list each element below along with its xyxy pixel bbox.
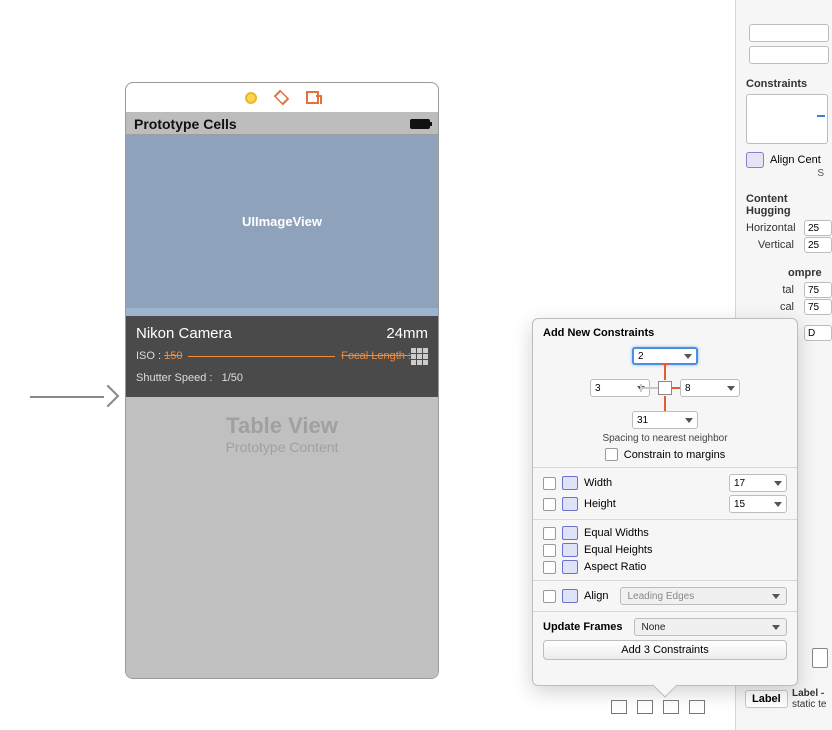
constrain-margins-label: Constrain to margins <box>624 449 726 461</box>
equal-widths-label: Equal Widths <box>584 527 649 539</box>
update-frames-label: Update Frames <box>543 621 622 633</box>
resolve-tool-icon[interactable] <box>689 700 705 714</box>
horizontal-value[interactable]: 25 <box>804 220 832 236</box>
align-dropdown[interactable]: Leading Edges <box>620 587 787 605</box>
compression-header: ompre <box>736 253 832 281</box>
popover-title: Add New Constraints <box>543 327 787 339</box>
height-field[interactable]: 15 <box>729 495 787 513</box>
horizontal-label: Horizontal <box>746 222 800 234</box>
height-checkbox[interactable] <box>543 498 556 511</box>
align-icon <box>562 589 578 603</box>
height-icon <box>562 497 578 511</box>
page-icon[interactable] <box>812 648 828 668</box>
align-checkbox[interactable] <box>543 590 556 603</box>
vertical-value[interactable]: 25 <box>804 237 832 253</box>
pin-center <box>658 381 672 395</box>
tal-value[interactable]: 75 <box>804 282 832 298</box>
equal-heights-label: Equal Heights <box>584 544 653 556</box>
battery-icon <box>410 119 430 129</box>
constraints-section-header: Constraints <box>736 64 832 92</box>
status-bar: Prototype Cells <box>126 113 438 135</box>
content-cell[interactable]: Nikon Camera 24mm ISO : 150 Focal Length… <box>126 316 438 397</box>
grid-icon[interactable] <box>411 348 428 365</box>
cal-value[interactable]: 75 <box>804 299 832 315</box>
tableview-label: Table View <box>226 413 338 439</box>
vertical-label: Vertical <box>746 239 800 251</box>
prototype-cells-header: Prototype Cells <box>134 116 237 132</box>
cell-right-value: 24mm <box>386 322 428 346</box>
equal-heights-icon <box>562 543 578 557</box>
uiimageview-label: UIImageView <box>242 214 322 229</box>
uiimageview-placeholder[interactable]: UIImageView <box>126 135 438 308</box>
align-badge-icon <box>746 152 764 168</box>
pin-cross: 2 3 8 31 <box>590 347 740 429</box>
focal-length-label: Focal Length : <box>341 348 411 366</box>
align-tool-icon[interactable] <box>637 700 653 714</box>
constraints-preview[interactable] <box>746 94 828 144</box>
box3d-icon[interactable] <box>274 90 290 106</box>
add-constraints-button[interactable]: Add 3 Constraints <box>543 640 787 660</box>
tableview-placeholder[interactable]: Table View Prototype Content <box>126 397 438 679</box>
hugging-header: Content Hugging <box>736 179 832 219</box>
s-indicator: S <box>736 168 832 179</box>
align-center-text[interactable]: Align Cent <box>770 154 821 166</box>
width-field[interactable]: 17 <box>729 474 787 492</box>
height-label: Height <box>584 498 616 510</box>
aspect-ratio-icon <box>562 560 578 574</box>
phone-canvas[interactable]: Prototype Cells UIImageView Nikon Camera… <box>125 82 439 679</box>
stack-icon[interactable] <box>611 700 627 714</box>
inspector-field[interactable] <box>749 46 829 64</box>
align-label: Align <box>584 590 608 602</box>
constrain-margins-checkbox[interactable] <box>605 448 618 461</box>
label-object-tag[interactable]: Label <box>745 690 788 708</box>
embed-icon[interactable] <box>306 91 319 104</box>
shutter-value: 1/50 <box>222 372 243 384</box>
width-icon <box>562 476 578 490</box>
selection-highlight <box>126 308 438 316</box>
coin-icon[interactable] <box>245 92 257 104</box>
cal-label: cal <box>746 301 800 313</box>
inspector-field[interactable] <box>749 24 829 42</box>
equal-widths-icon <box>562 526 578 540</box>
width-label: Width <box>584 477 612 489</box>
update-frames-dropdown[interactable]: None <box>634 618 787 636</box>
add-constraints-popover: Add New Constraints 2 3 8 31 Spacing to … <box>532 318 798 686</box>
spacing-caption: Spacing to nearest neighbor <box>543 433 787 444</box>
bottom-spacing-field[interactable]: 31 <box>632 411 698 429</box>
aspect-ratio-checkbox[interactable] <box>543 561 556 574</box>
iso-label: ISO : <box>136 348 161 366</box>
ize-value[interactable]: D <box>804 325 832 341</box>
equal-widths-checkbox[interactable] <box>543 527 556 540</box>
popover-arrow <box>652 672 677 697</box>
right-spacing-field[interactable]: 8 <box>680 379 740 397</box>
pointer-arrow <box>30 386 120 406</box>
aspect-ratio-label: Aspect Ratio <box>584 561 646 573</box>
label-description: Label -static te <box>792 688 826 710</box>
prototype-content-label: Prototype Content <box>226 439 339 455</box>
cell-title: Nikon Camera <box>136 322 232 346</box>
scene-toolbar <box>126 83 438 113</box>
iso-value: 150 <box>164 348 182 366</box>
tal-label: tal <box>746 284 800 296</box>
pin-tool-icon[interactable] <box>663 700 679 714</box>
shutter-label: Shutter Speed : <box>136 372 212 384</box>
layout-toolbar <box>611 700 705 714</box>
divider-line <box>188 356 335 357</box>
equal-heights-checkbox[interactable] <box>543 544 556 557</box>
width-checkbox[interactable] <box>543 477 556 490</box>
